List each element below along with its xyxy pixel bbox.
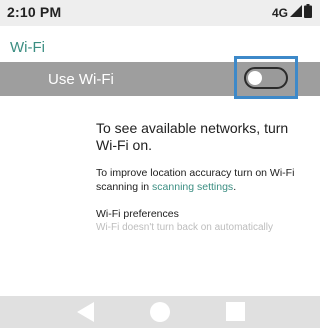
home-icon[interactable] — [150, 302, 170, 322]
signal-icon — [290, 4, 302, 22]
wifi-preferences-subtitle: Wi-Fi doesn't turn back on automatically — [96, 222, 273, 233]
wifi-off-message: To see available networks, turn Wi-Fi on… — [96, 120, 289, 153]
wifi-toggle-switch[interactable] — [244, 67, 288, 89]
battery-icon — [304, 3, 312, 23]
back-icon[interactable] — [77, 302, 94, 322]
page-title: Wi-Fi — [10, 39, 45, 56]
network-type: 4G — [271, 6, 288, 20]
wifi-preferences-title[interactable]: Wi-Fi preferences — [96, 208, 179, 220]
recents-icon[interactable] — [226, 302, 245, 321]
toggle-knob — [248, 71, 262, 85]
scanning-message: To improve location accuracy turn on Wi-… — [96, 166, 306, 194]
status-time: 2:10 PM — [7, 4, 62, 20]
use-wifi-label: Use Wi-Fi — [48, 71, 114, 88]
status-icons: 4G — [271, 3, 312, 23]
scanning-settings-link[interactable]: scanning settings — [152, 181, 233, 193]
scanning-message-suffix: . — [233, 181, 237, 193]
status-bar: 2:10 PM 4G — [0, 0, 320, 26]
